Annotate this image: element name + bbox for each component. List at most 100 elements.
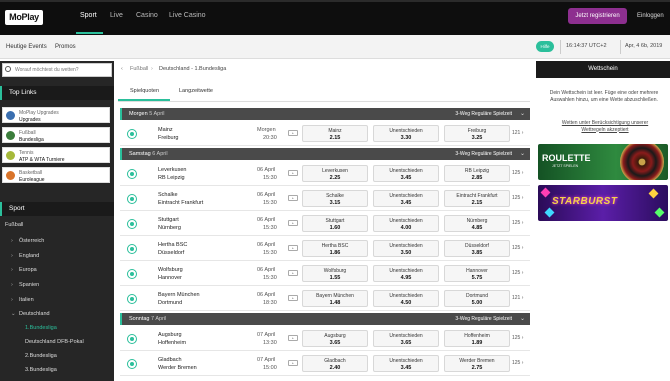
- odds-button[interactable]: Schalke 3.15: [302, 190, 368, 207]
- nav-live[interactable]: Live: [110, 12, 123, 19]
- chevron-down-icon[interactable]: ⌄: [520, 150, 525, 157]
- country-europe[interactable]: Europa: [19, 267, 37, 273]
- chevron-down-icon[interactable]: ⌄: [520, 110, 525, 117]
- odds-button[interactable]: Stuttgart 1.60: [302, 215, 368, 232]
- stats-icon[interactable]: [127, 359, 137, 369]
- odds-button[interactable]: Unentschieden 3.45: [373, 165, 439, 182]
- country-italy[interactable]: Italien: [19, 297, 34, 303]
- odds-button[interactable]: Düsseldorf 3.85: [444, 240, 510, 257]
- odds-button[interactable]: Unentschieden 4.00: [373, 215, 439, 232]
- country-germany[interactable]: Deutschland: [19, 311, 50, 317]
- day-header[interactable]: Samstag 6 April 3-Weg Reguläre Spielzeit ⌄: [120, 148, 530, 160]
- subnav-todays-events[interactable]: Heutige Events: [6, 44, 47, 50]
- away-team[interactable]: Nürnberg: [158, 225, 181, 231]
- odds-button[interactable]: Bayern München 1.48: [302, 290, 368, 307]
- away-team[interactable]: Düsseldorf: [158, 250, 184, 256]
- toplink-tennis[interactable]: Tennis ATP & WTA Turniere: [2, 147, 110, 163]
- toplink-bundesliga[interactable]: Fußball Bundesliga: [2, 127, 110, 143]
- more-markets-link[interactable]: 121 ›: [512, 130, 523, 136]
- home-team[interactable]: Gladbach: [158, 357, 182, 363]
- odds-button[interactable]: Nürnberg 4.85: [444, 215, 510, 232]
- away-team[interactable]: RB Leipzig: [158, 175, 185, 181]
- home-team[interactable]: Augsburg: [158, 332, 182, 338]
- odds-button[interactable]: Unentschieden 3.65: [373, 330, 439, 347]
- betting-rules-link[interactable]: Wetten unter Berücksichtigung unserer We…: [550, 120, 660, 133]
- away-team[interactable]: Dortmund: [158, 300, 182, 306]
- stats-icon[interactable]: [127, 294, 137, 304]
- odds-button[interactable]: Unentschieden 4.95: [373, 265, 439, 282]
- more-markets-link[interactable]: 125 ›: [512, 220, 523, 226]
- odds-button[interactable]: Unentschieden 3.30: [373, 125, 439, 142]
- moplay-logo[interactable]: MoPlay: [5, 10, 43, 25]
- stats-icon[interactable]: [127, 244, 137, 254]
- toplink-euroleague[interactable]: Basketball Euroleague: [2, 167, 110, 183]
- odds-button[interactable]: Mainz 2.15: [302, 125, 368, 142]
- odds-button[interactable]: Leverkusen 2.25: [302, 165, 368, 182]
- nav-sport[interactable]: Sport: [80, 12, 97, 19]
- league-3-bundesliga[interactable]: 3.Bundesliga: [25, 367, 57, 373]
- odds-button[interactable]: Unentschieden 4.50: [373, 290, 439, 307]
- home-team[interactable]: Wolfsburg: [158, 267, 183, 273]
- home-team[interactable]: Mainz: [158, 127, 173, 133]
- home-team[interactable]: Stuttgart: [158, 217, 179, 223]
- country-england[interactable]: England: [19, 253, 39, 259]
- odds-button[interactable]: Hannover 5.75: [444, 265, 510, 282]
- stats-icon[interactable]: [127, 194, 137, 204]
- home-team[interactable]: Leverkusen: [158, 167, 186, 173]
- away-team[interactable]: Hoffenheim: [158, 340, 186, 346]
- odds-button[interactable]: RB Leipzig 2.85: [444, 165, 510, 182]
- stats-icon[interactable]: [127, 129, 137, 139]
- chevron-down-icon[interactable]: ⌄: [520, 315, 525, 322]
- nav-live-casino[interactable]: Live Casino: [169, 12, 206, 19]
- more-markets-link[interactable]: 121 ›: [512, 295, 523, 301]
- away-team[interactable]: Eintracht Frankfurt: [158, 200, 203, 206]
- more-markets-link[interactable]: 125 ›: [512, 170, 523, 176]
- day-header[interactable]: Sonntag 7 April 3-Weg Reguläre Spielzeit ⌄: [120, 313, 530, 325]
- odds-button[interactable]: Unentschieden 3.50: [373, 240, 439, 257]
- toplink-upgrades[interactable]: MoPlay Upgrades Upgrades: [2, 107, 110, 123]
- more-markets-link[interactable]: 125 ›: [512, 270, 523, 276]
- odds-button[interactable]: Unentschieden 3.45: [373, 355, 439, 372]
- breadcrumb-football[interactable]: Fußball: [130, 66, 148, 72]
- league-dfb-pokal[interactable]: Deutschland DFB-Pokal: [25, 339, 84, 345]
- stats-icon[interactable]: [127, 219, 137, 229]
- more-markets-link[interactable]: 125 ›: [512, 195, 523, 201]
- odds-button[interactable]: Freiburg 3.25: [444, 125, 510, 142]
- odds-button[interactable]: Augsburg 3.65: [302, 330, 368, 347]
- help-button[interactable]: Hilfe: [536, 41, 554, 52]
- register-button[interactable]: Jetzt registrieren: [568, 8, 627, 24]
- more-markets-link[interactable]: 125 ›: [512, 245, 523, 251]
- subnav-promos[interactable]: Promos: [55, 44, 76, 50]
- stats-icon[interactable]: [127, 269, 137, 279]
- odds-button[interactable]: Wolfsburg 1.55: [302, 265, 368, 282]
- away-team[interactable]: Freiburg: [158, 135, 178, 141]
- away-team[interactable]: Hannover: [158, 275, 182, 281]
- tab-outright[interactable]: Langzeitwette: [179, 88, 213, 94]
- league-2-bundesliga[interactable]: 2.Bundesliga: [25, 353, 57, 359]
- away-team[interactable]: Werder Bremen: [158, 365, 197, 371]
- home-team[interactable]: Schalke: [158, 192, 178, 198]
- league-1-bundesliga[interactable]: 1.Bundesliga: [25, 325, 57, 331]
- back-chevron-icon[interactable]: ‹: [121, 66, 123, 72]
- odds-button[interactable]: Unentschieden 3.45: [373, 190, 439, 207]
- starburst-banner[interactable]: STARBURST: [538, 185, 668, 221]
- day-header[interactable]: Morgen 5 April 3-Weg Reguläre Spielzeit ⌄: [120, 108, 530, 120]
- odds-button[interactable]: Hertha BSC 1.86: [302, 240, 368, 257]
- login-link[interactable]: Einloggen: [637, 13, 664, 19]
- odds-button[interactable]: Hoffenheim 1.89: [444, 330, 510, 347]
- roulette-banner[interactable]: ROULETTE JETZT SPIELEN: [538, 144, 668, 180]
- sport-football[interactable]: Fußball: [5, 222, 23, 228]
- home-team[interactable]: Hertha BSC: [158, 242, 187, 248]
- stats-icon[interactable]: [127, 169, 137, 179]
- tab-match-odds[interactable]: Spielquoten: [130, 88, 159, 94]
- odds-button[interactable]: Dortmund 5.00: [444, 290, 510, 307]
- odds-button[interactable]: Gladbach 2.40: [302, 355, 368, 372]
- country-spain[interactable]: Spanien: [19, 282, 39, 288]
- home-team[interactable]: Bayern München: [158, 292, 200, 298]
- nav-casino[interactable]: Casino: [136, 12, 158, 19]
- stats-icon[interactable]: [127, 334, 137, 344]
- more-markets-link[interactable]: 125 ›: [512, 335, 523, 341]
- more-markets-link[interactable]: 125 ›: [512, 360, 523, 366]
- odds-button[interactable]: Werder Bremen 2.75: [444, 355, 510, 372]
- country-austria[interactable]: Österreich: [19, 238, 44, 244]
